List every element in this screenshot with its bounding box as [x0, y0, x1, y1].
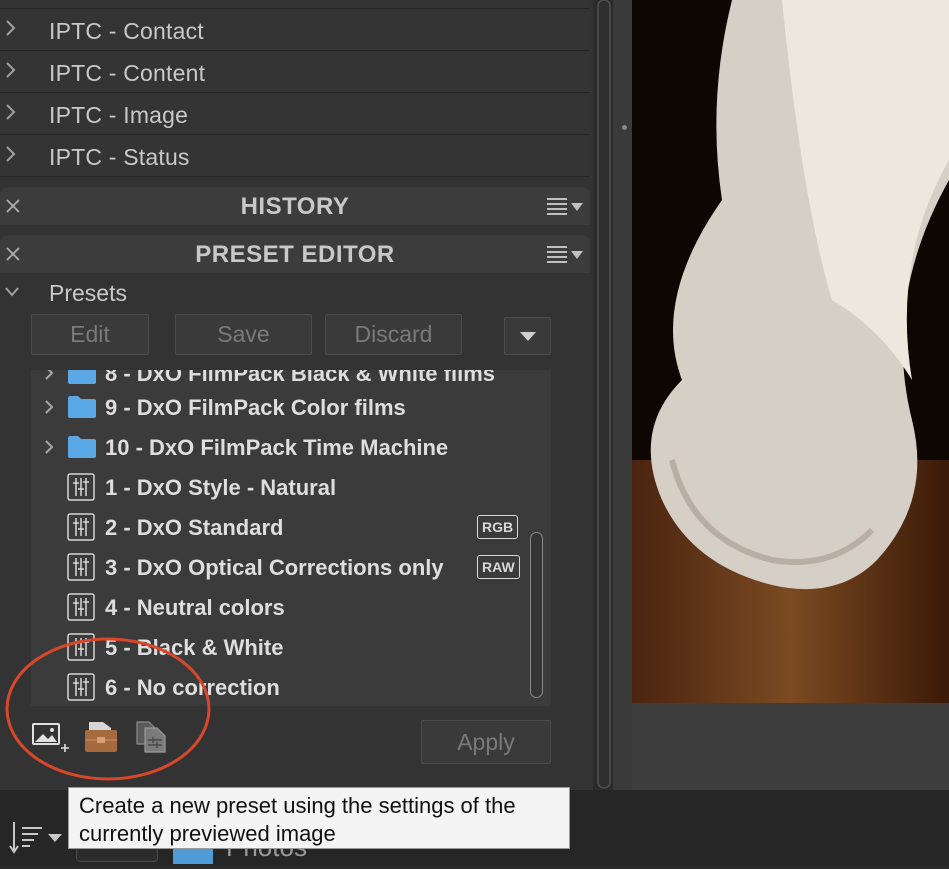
folder-icon [68, 436, 96, 458]
preset-name: 1 - DxO Style - Natural [105, 475, 337, 500]
folder-icon [68, 396, 96, 418]
preset-options-dropdown[interactable] [504, 317, 551, 355]
section-label: IPTC - Content [49, 60, 206, 86]
section-label: IPTC - Image [49, 102, 189, 128]
preset-folder-name: 8 - DxO FilmPack Black & White films [105, 370, 496, 386]
previewed-photo [632, 0, 949, 703]
panel-splitter[interactable] [613, 0, 632, 798]
sort-order-icon[interactable] [8, 820, 64, 856]
preset-editor-header[interactable]: PRESET EDITOR [0, 235, 590, 273]
image-viewer[interactable] [632, 0, 949, 703]
preset-item[interactable]: 1 - DxO Style - Natural [31, 467, 531, 507]
chevron-right-icon [6, 20, 16, 36]
splitter-handle-icon[interactable] [622, 125, 627, 130]
history-title: HISTORY [240, 193, 350, 220]
preset-sliders-icon [67, 553, 95, 581]
metadata-row-partial[interactable] [0, 0, 590, 9]
section-label: IPTC - Contact [49, 18, 204, 44]
presets-label: Presets [49, 280, 127, 306]
preset-folder-item[interactable]: 9 - DxO FilmPack Color films [31, 387, 531, 427]
metadata-section-iptc-image[interactable]: IPTC - Image [0, 94, 590, 135]
preset-folder-name: 9 - DxO FilmPack Color films [105, 395, 406, 420]
metadata-section-iptc-contact[interactable]: IPTC - Contact [0, 10, 590, 51]
panel-menu-icon[interactable] [545, 196, 587, 218]
edit-button[interactable]: Edit [31, 314, 149, 355]
chevron-right-icon [6, 104, 16, 120]
preset-sliders-icon [67, 593, 95, 621]
preset-folder-item[interactable]: 10 - DxO FilmPack Time Machine [31, 427, 531, 467]
tooltip-line-2: currently previewed image [79, 821, 336, 846]
left-panel: IPTC - Contact IPTC - Content IPTC - Ima… [0, 0, 593, 790]
metadata-section-iptc-content[interactable]: IPTC - Content [0, 52, 590, 93]
viewer-bottom-area [632, 703, 949, 798]
tooltip-line-1: Create a new preset using the settings o… [79, 793, 516, 818]
discard-button[interactable]: Discard [325, 314, 462, 355]
preset-name: 3 - DxO Optical Corrections only [105, 555, 444, 580]
metadata-section-iptc-status[interactable]: IPTC - Status [0, 136, 590, 177]
preset-item[interactable]: 2 - DxO Standard RGB [31, 507, 531, 547]
preset-item[interactable]: 4 - Neutral colors [31, 587, 531, 627]
history-header[interactable]: HISTORY [0, 187, 590, 225]
chevron-down-icon [5, 287, 19, 297]
highlight-annotation [5, 637, 211, 781]
folder-icon [68, 370, 96, 384]
preset-editor-title: PRESET EDITOR [195, 241, 395, 268]
chevron-right-icon [6, 62, 16, 78]
section-label: IPTC - Status [49, 144, 190, 170]
presets-section-toggle[interactable]: Presets [0, 274, 590, 310]
preset-folder-name: 10 - DxO FilmPack Time Machine [105, 435, 449, 460]
triangle-down-icon [519, 332, 536, 341]
save-button[interactable]: Save [175, 314, 312, 355]
preset-list-scrollbar[interactable] [530, 532, 543, 698]
preset-name: 4 - Neutral colors [105, 595, 285, 620]
chevron-right-icon[interactable] [43, 439, 55, 455]
chevron-right-icon[interactable] [43, 370, 55, 381]
preset-sliders-icon [67, 513, 95, 541]
panel-menu-icon[interactable] [545, 244, 587, 266]
raw-badge: RAW [477, 555, 520, 579]
preset-sliders-icon [67, 473, 95, 501]
preset-name: 2 - DxO Standard [105, 515, 284, 540]
preset-item[interactable]: 3 - DxO Optical Corrections only RAW [31, 547, 531, 587]
apply-button[interactable]: Apply [421, 720, 551, 764]
chevron-right-icon[interactable] [43, 399, 55, 415]
chevron-right-icon [6, 146, 16, 162]
tooltip: Create a new preset using the settings o… [68, 787, 570, 849]
panel-scrollbar[interactable] [597, 0, 611, 790]
rgb-badge: RGB [477, 515, 519, 539]
